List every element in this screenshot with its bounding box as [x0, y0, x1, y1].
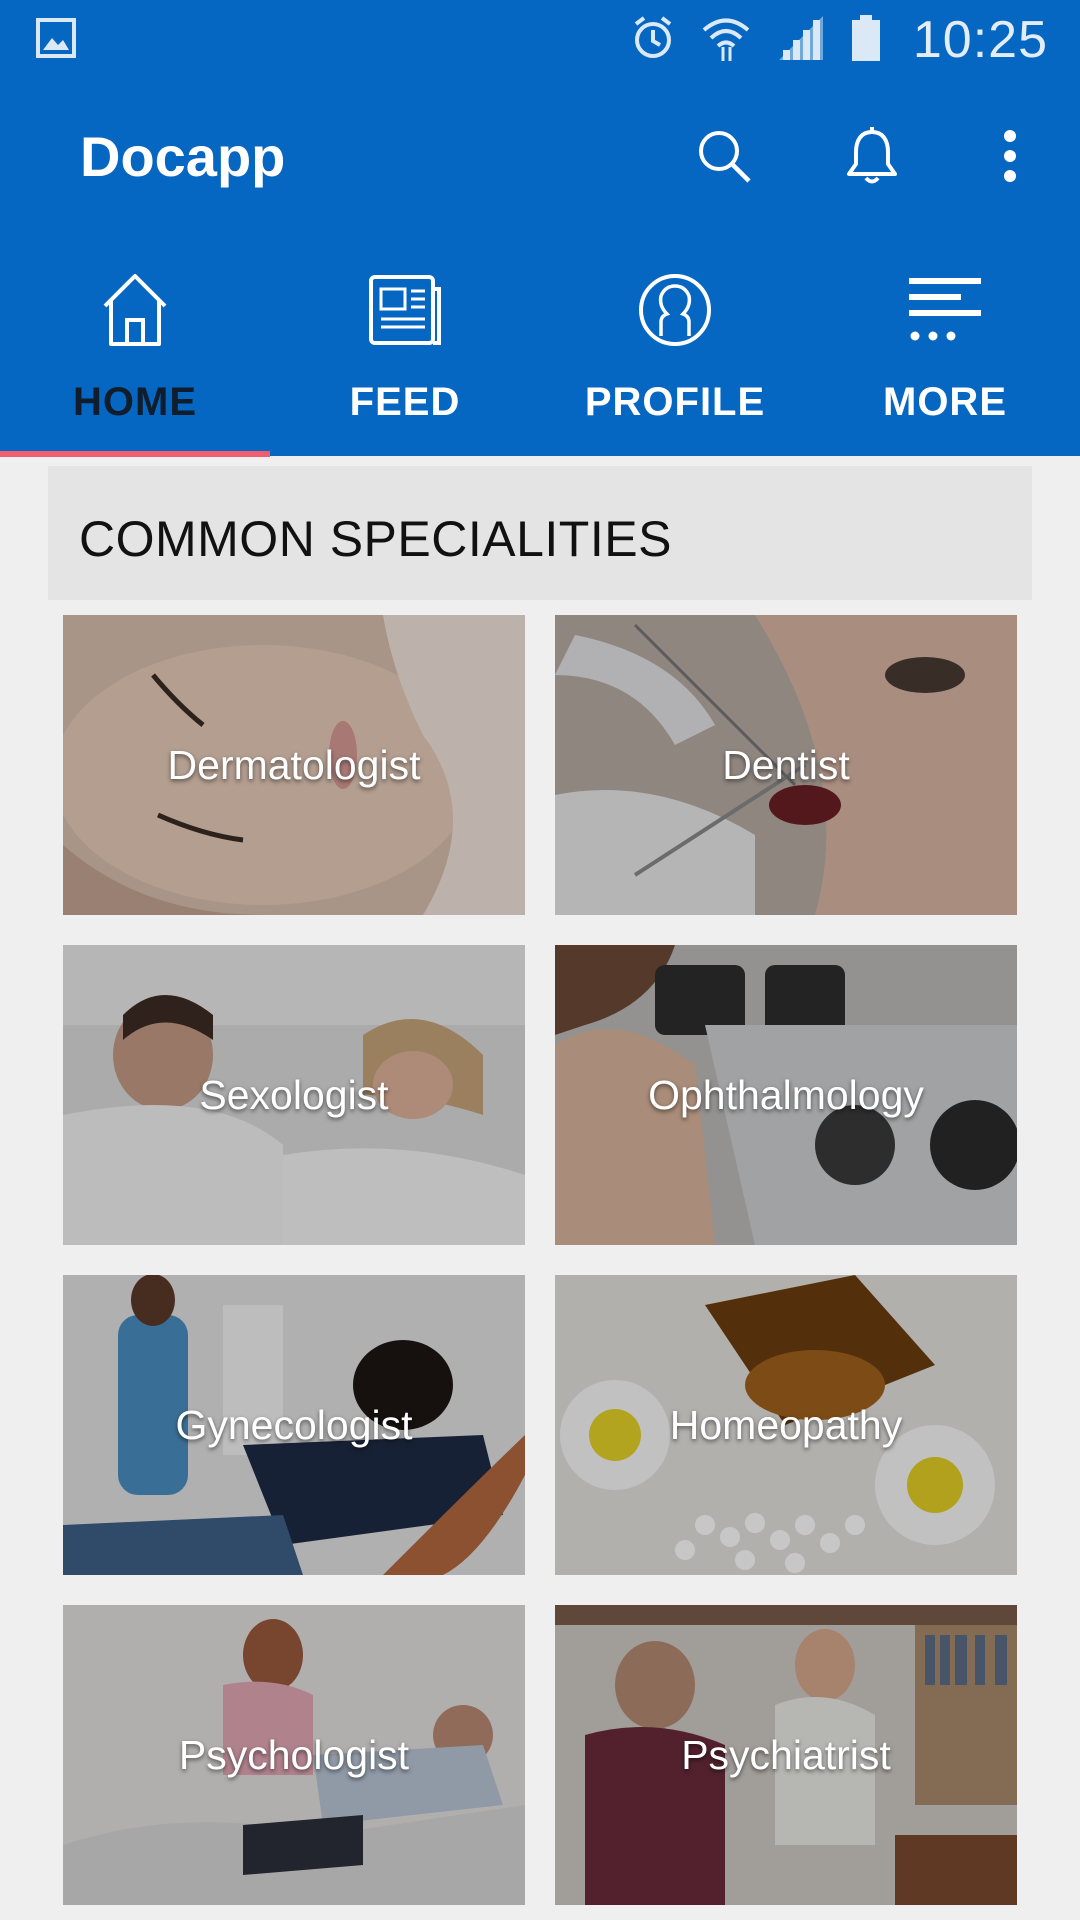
- image-icon: [36, 18, 76, 58]
- tab-more[interactable]: MORE: [810, 256, 1080, 456]
- speciality-label: Psychologist: [178, 1731, 410, 1778]
- status-time: 10:25: [912, 11, 1048, 69]
- home-icon: [99, 270, 171, 350]
- tab-profile[interactable]: PROFILE: [540, 256, 810, 456]
- tab-indicator: [0, 451, 270, 457]
- speciality-label: Psychiatrist: [681, 1731, 891, 1778]
- signal-icon: [777, 14, 825, 67]
- tab-home-label: HOME: [73, 380, 197, 424]
- speciality-card-gynecologist[interactable]: Gynecologist: [63, 1275, 525, 1575]
- speciality-label: Sexologist: [199, 1071, 389, 1118]
- tab-feed-label: FEED: [349, 380, 461, 424]
- app-title: Docapp: [80, 125, 286, 188]
- more-vert-icon: [1003, 129, 1017, 187]
- speciality-card-sexologist[interactable]: Sexologist: [63, 945, 525, 1245]
- speciality-card-psychologist[interactable]: Psychologist: [63, 1605, 525, 1905]
- section-header: COMMON SPECIALITIES: [48, 466, 1032, 600]
- bell-icon: [844, 126, 900, 191]
- speciality-label: Ophthalmology: [648, 1071, 924, 1118]
- speciality-label: Homeopathy: [669, 1401, 903, 1448]
- app-bar: 10:25 Docapp HOME FEED PROFILE MORE: [0, 0, 1080, 456]
- speciality-card-ophthalmology[interactable]: Ophthalmology: [555, 945, 1017, 1245]
- person-icon: [637, 270, 713, 350]
- tab-profile-label: PROFILE: [584, 380, 766, 424]
- tab-feed[interactable]: FEED: [270, 256, 540, 456]
- more-menu-icon: [907, 270, 983, 350]
- alarm-icon: [631, 14, 675, 67]
- battery-icon: [851, 14, 881, 67]
- speciality-label: Dentist: [722, 741, 850, 788]
- speciality-label: Gynecologist: [175, 1401, 413, 1448]
- tab-home[interactable]: HOME: [0, 256, 270, 456]
- speciality-card-dermatologist[interactable]: Dermatologist: [63, 615, 525, 915]
- search-icon: [695, 127, 753, 190]
- search-button[interactable]: [678, 112, 770, 204]
- speciality-card-homeopathy[interactable]: Homeopathy: [555, 1275, 1017, 1575]
- newspaper-icon: [367, 270, 443, 350]
- wifi-icon: [701, 13, 751, 68]
- speciality-card-psychiatrist[interactable]: Psychiatrist: [555, 1605, 1017, 1905]
- speciality-label: Dermatologist: [167, 741, 421, 788]
- speciality-card-dentist[interactable]: Dentist: [555, 615, 1017, 915]
- notifications-button[interactable]: [826, 112, 918, 204]
- tab-bar: HOME FEED PROFILE MORE: [0, 256, 1080, 456]
- section-title: COMMON SPECIALITIES: [79, 511, 672, 567]
- status-bar: 10:25: [0, 0, 1080, 80]
- tab-more-label: MORE: [883, 380, 1007, 424]
- overflow-menu-button[interactable]: [964, 112, 1056, 204]
